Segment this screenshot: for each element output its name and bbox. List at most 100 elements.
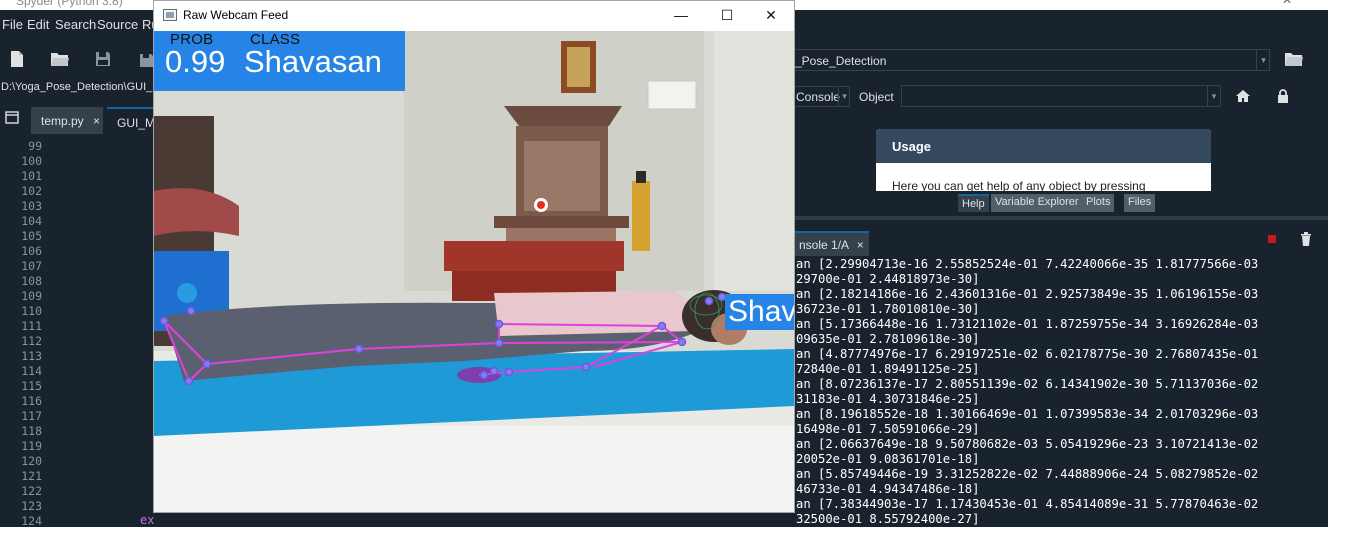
- webcam-titlebar[interactable]: Raw Webcam Feed — ☐ ✕: [154, 1, 794, 30]
- webcam-scene: [154, 31, 794, 512]
- console-tab-label: nsole 1/A: [799, 238, 849, 252]
- line-number: 116: [21, 394, 42, 408]
- desktop: Spyder (Python 3.8) ✕ File Edit Search S…: [0, 0, 1366, 548]
- line-number: 106: [21, 244, 42, 258]
- console-line: an [2.29904713e-16 2.55852524e-01 7.4224…: [796, 257, 1259, 271]
- console-line: 36723e-01 1.78010810e-30]: [796, 302, 980, 316]
- head-class-label-box: Shavasan: [725, 294, 794, 330]
- menu-source[interactable]: Source: [97, 17, 138, 32]
- chevron-down-icon[interactable]: ▾: [838, 86, 850, 107]
- desktop-strip: [0, 527, 1366, 548]
- webcam-window: Raw Webcam Feed — ☐ ✕ PROB CLASS 0.99 Sh…: [153, 0, 795, 513]
- menu-edit[interactable]: Edit: [27, 17, 49, 32]
- console-tab-bar: [790, 228, 1328, 258]
- editor-tab-bar: temp.py × GUI_Ma: [0, 104, 167, 134]
- prob-value: 0.99: [165, 44, 226, 79]
- line-number: 104: [21, 214, 42, 228]
- line-number: 103: [21, 199, 42, 213]
- console-line: an [2.06637649e-18 9.50780682e-03 5.0541…: [796, 437, 1259, 451]
- line-number: 101: [21, 169, 42, 183]
- console-line: 20052e-01 9.08361701e-18]: [796, 452, 980, 466]
- console-output[interactable]: an [2.29904713e-16 2.55852524e-01 7.4224…: [796, 257, 1328, 527]
- tab-temp-py[interactable]: temp.py ×: [31, 107, 103, 134]
- tab-variable-explorer[interactable]: Variable Explorer: [991, 194, 1083, 212]
- tab-plots[interactable]: Plots: [1082, 194, 1115, 212]
- line-number: 120: [21, 454, 42, 468]
- open-folder-icon[interactable]: [50, 50, 70, 68]
- file-path-field[interactable]: D:\Yoga_Pose_Detection\GUI_M: [0, 79, 158, 97]
- line-number: 114: [21, 364, 42, 378]
- usage-title: Usage: [876, 129, 1211, 163]
- webcam-title: Raw Webcam Feed: [183, 8, 289, 22]
- stop-icon[interactable]: [1268, 235, 1276, 243]
- line-number: 107: [21, 259, 42, 273]
- line-number: 99: [28, 139, 42, 153]
- console-line: an [4.87774976e-17 6.29197251e-02 6.0217…: [796, 347, 1259, 361]
- line-number: 119: [21, 439, 42, 453]
- console-line: 29700e-01 2.44818973e-30]: [796, 272, 980, 286]
- pane-separator[interactable]: [790, 216, 1328, 220]
- console-line: an [5.85749446e-19 3.31252822e-02 7.4488…: [796, 467, 1259, 481]
- tab-files[interactable]: Files: [1124, 194, 1156, 212]
- line-number: 102: [21, 184, 42, 198]
- head-class-label: Shavasan: [728, 295, 794, 328]
- usage-text: Here you can get help of any object by p…: [892, 179, 1146, 191]
- code-keyword: ex: [140, 513, 155, 527]
- console-tab-close-icon[interactable]: ×: [857, 238, 864, 252]
- object-label: Object: [859, 90, 894, 104]
- working-directory-field[interactable]: _Pose_Detection: [790, 49, 1270, 71]
- close-button[interactable]: ✕: [748, 1, 794, 30]
- tab-temp-py-label: temp.py: [41, 114, 84, 128]
- help-source-value: Console: [796, 90, 841, 104]
- maximize-button[interactable]: ☐: [704, 1, 750, 30]
- trash-icon[interactable]: [1300, 232, 1312, 246]
- console-line: an [8.19618552e-18 1.30166469e-01 1.0739…: [796, 407, 1259, 421]
- menu-file[interactable]: File: [2, 17, 23, 32]
- line-number: 111: [21, 319, 42, 333]
- help-usage-panel: Usage Here you can get help of any objec…: [876, 129, 1211, 191]
- line-number-gutter: 99 100 101 102 103 104 105 106 107 108 109 110 111 11…: [0, 139, 72, 527]
- browse-folder-icon[interactable]: [1284, 51, 1304, 67]
- line-number: 115: [21, 379, 42, 393]
- tab-console[interactable]: nsole 1/A ×: [795, 231, 869, 256]
- spyder-close-icon[interactable]: ✕: [1282, 0, 1292, 7]
- chevron-down-icon[interactable]: ▾: [1256, 50, 1270, 70]
- webcam-feed: PROB CLASS 0.99 Shavasan Shavasan: [154, 31, 794, 512]
- new-file-icon[interactable]: [8, 50, 26, 68]
- spyder-title: Spyder (Python 3.8): [16, 0, 123, 8]
- line-number: 105: [21, 229, 42, 243]
- console-line: 46733e-01 4.94347486e-18]: [796, 482, 980, 496]
- console-line: an [2.18214186e-16 2.43601316e-01 2.9257…: [796, 287, 1259, 301]
- lock-icon[interactable]: [1276, 88, 1290, 104]
- line-number: 113: [21, 349, 42, 363]
- line-number: 112: [21, 334, 42, 348]
- save-icon[interactable]: [94, 50, 112, 68]
- object-input[interactable]: [901, 85, 1221, 107]
- menu-search[interactable]: Search: [55, 17, 96, 32]
- console-line: an [7.38344903e-17 1.17430453e-01 4.8541…: [796, 497, 1259, 511]
- code-editor[interactable]: ex: [72, 139, 158, 527]
- line-number: 121: [21, 469, 42, 483]
- console-line: 09635e-01 2.78109618e-30]: [796, 332, 980, 346]
- console-line: 31183e-01 4.30731846e-25]: [796, 392, 980, 406]
- tab-help[interactable]: Help: [958, 194, 989, 212]
- line-number: 124: [21, 514, 42, 527]
- console-line: an [5.17366448e-16 1.73121102e-01 1.8725…: [796, 317, 1259, 331]
- line-number: 117: [21, 409, 42, 423]
- home-icon[interactable]: [1235, 88, 1251, 104]
- line-number: 118: [21, 424, 42, 438]
- class-value: Shavasan: [244, 44, 382, 79]
- minimize-button[interactable]: —: [658, 1, 704, 30]
- tab-close-icon[interactable]: ×: [93, 114, 100, 128]
- browse-tabs-icon[interactable]: [5, 111, 19, 124]
- line-number: 100: [21, 154, 42, 168]
- prediction-overlay: PROB CLASS 0.99 Shavasan: [154, 31, 405, 91]
- working-directory-value: _Pose_Detection: [795, 54, 887, 68]
- console-line: 16498e-01 7.50591066e-29]: [796, 422, 980, 436]
- line-number: 122: [21, 484, 42, 498]
- chevron-down-icon[interactable]: ▾: [1207, 86, 1220, 106]
- line-number: 109: [21, 289, 42, 303]
- console-line: 72840e-01 1.89491125e-25]: [796, 362, 980, 376]
- line-number: 108: [21, 274, 42, 288]
- console-line: 32500e-01 8.55792400e-27]: [796, 512, 980, 526]
